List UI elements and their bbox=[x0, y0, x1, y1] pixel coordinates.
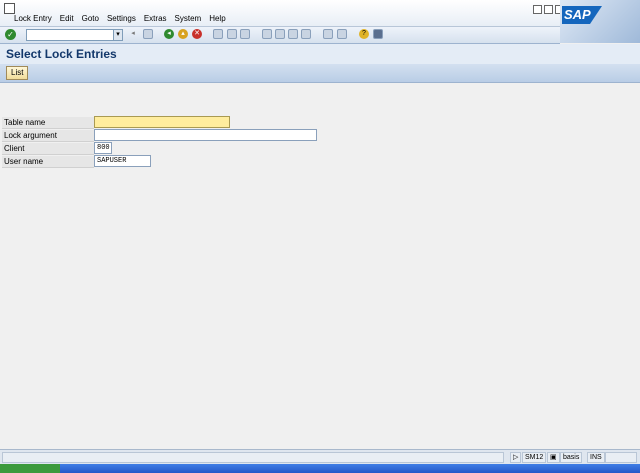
maximize-icon[interactable] bbox=[544, 5, 553, 14]
menu-items: Lock Entry Edit Goto Settings Extras Sys… bbox=[14, 14, 226, 23]
table-name-label: Table name bbox=[2, 117, 94, 129]
status-message bbox=[2, 452, 504, 463]
menu-bar: Lock Entry Edit Goto Settings Extras Sys… bbox=[0, 0, 640, 27]
save-icon[interactable] bbox=[143, 29, 153, 39]
back-icon[interactable]: ◂ bbox=[164, 29, 174, 39]
minimize-icon[interactable] bbox=[533, 5, 542, 14]
client-label: Client bbox=[2, 143, 94, 155]
print-icon[interactable] bbox=[213, 29, 223, 39]
session-icon[interactable]: ▣ bbox=[547, 452, 560, 463]
sap-logo: SAP bbox=[560, 0, 640, 43]
enter-icon[interactable]: ✓ bbox=[5, 29, 16, 40]
lock-argument-label: Lock argument bbox=[2, 130, 94, 142]
server-name: basis bbox=[560, 452, 583, 463]
find-next-icon[interactable] bbox=[240, 29, 250, 39]
standard-toolbar: ✓ ▾ ◂ ◂ ▴ ✕ ? bbox=[0, 27, 560, 44]
find-icon[interactable] bbox=[227, 29, 237, 39]
page-title: Select Lock Entries bbox=[6, 47, 117, 61]
table-name-field[interactable] bbox=[94, 116, 230, 128]
help-icon[interactable]: ? bbox=[359, 29, 369, 39]
lock-argument-field[interactable] bbox=[94, 129, 317, 141]
menu-settings[interactable]: Settings bbox=[107, 14, 136, 23]
status-expand-icon[interactable]: ▷ bbox=[510, 452, 522, 463]
command-back-icon[interactable]: ◂ bbox=[128, 29, 138, 39]
system-menu-icon[interactable] bbox=[4, 3, 15, 14]
sap-logo-text: SAP bbox=[562, 6, 602, 24]
previous-page-icon[interactable] bbox=[275, 29, 285, 39]
user-name-field[interactable]: SAPUSER bbox=[94, 155, 151, 167]
menu-system[interactable]: System bbox=[175, 14, 202, 23]
layout-icon[interactable] bbox=[373, 29, 383, 39]
exit-icon[interactable]: ▴ bbox=[178, 29, 188, 39]
command-history-icon[interactable]: ▾ bbox=[113, 29, 123, 41]
application-toolbar: List bbox=[0, 64, 640, 83]
insert-mode: INS bbox=[587, 452, 605, 463]
resize-grip[interactable] bbox=[605, 452, 637, 463]
transaction-code: SM12 bbox=[522, 452, 547, 463]
menu-edit[interactable]: Edit bbox=[60, 14, 74, 23]
start-button[interactable] bbox=[0, 464, 60, 473]
cancel-icon[interactable]: ✕ bbox=[192, 29, 202, 39]
client-field[interactable]: 800 bbox=[94, 142, 112, 154]
create-session-icon[interactable] bbox=[323, 29, 333, 39]
title-bar: Select Lock Entries bbox=[0, 44, 640, 65]
command-field[interactable] bbox=[26, 29, 114, 41]
menu-goto[interactable]: Goto bbox=[82, 14, 99, 23]
user-name-label: User name bbox=[2, 156, 94, 168]
next-page-icon[interactable] bbox=[288, 29, 298, 39]
status-bar: ▷ SM12 ▣ basis INS bbox=[0, 449, 640, 464]
menu-lock-entry[interactable]: Lock Entry bbox=[14, 14, 52, 23]
os-taskbar bbox=[0, 464, 640, 473]
menu-help[interactable]: Help bbox=[209, 14, 225, 23]
last-page-icon[interactable] bbox=[301, 29, 311, 39]
first-page-icon[interactable] bbox=[262, 29, 272, 39]
list-button[interactable]: List bbox=[6, 66, 29, 80]
shortcut-icon[interactable] bbox=[337, 29, 347, 39]
menu-extras[interactable]: Extras bbox=[144, 14, 167, 23]
